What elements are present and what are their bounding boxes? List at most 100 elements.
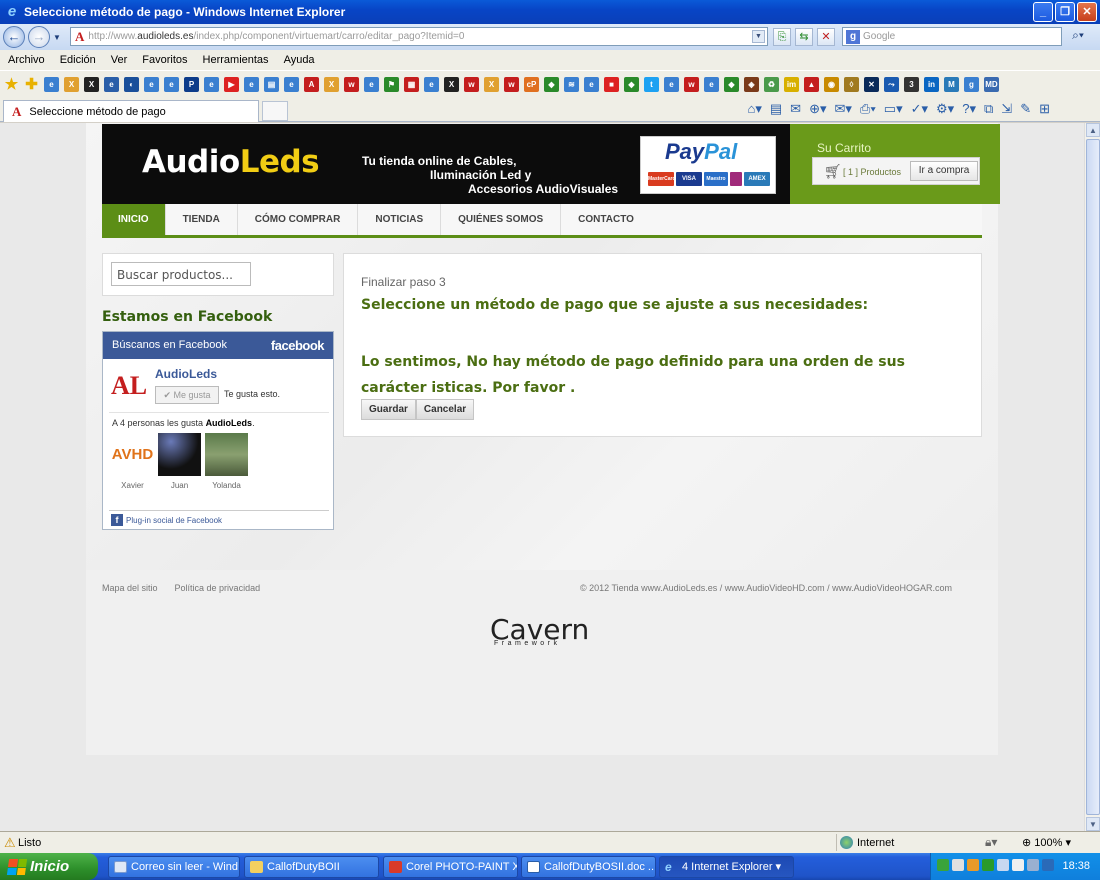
add-favorite-icon[interactable]: ✚ — [24, 77, 39, 92]
scroll-up-icon[interactable]: ▲ — [1086, 123, 1100, 137]
tray-icon[interactable] — [967, 859, 979, 871]
fan-item[interactable]: Yolanda — [205, 433, 248, 490]
clock[interactable]: 18:38 — [1062, 860, 1090, 872]
page-icon[interactable]: ▭▾ — [884, 101, 903, 117]
like-button[interactable]: ✔ Me gusta — [155, 386, 219, 404]
tray-icon[interactable] — [1042, 859, 1054, 871]
link-icon[interactable]: ◊ — [844, 77, 859, 92]
link-icon[interactable]: 3 — [904, 77, 919, 92]
tray-icon[interactable] — [982, 859, 994, 871]
tab-current[interactable]: A Seleccione método de pago — [3, 100, 259, 122]
link-icon[interactable]: e — [584, 77, 599, 92]
search-icon[interactable]: ⌕▾ — [1064, 28, 1092, 46]
home-icon[interactable]: ⌂▾ — [747, 101, 761, 117]
fan-item[interactable]: Juan — [158, 433, 201, 490]
link-icon[interactable]: e — [204, 77, 219, 92]
link-icon[interactable]: e — [704, 77, 719, 92]
note-icon[interactable]: ✎ — [1020, 101, 1031, 117]
nav-quienes-somos[interactable]: Quiénes somos — [441, 204, 562, 235]
link-icon[interactable]: ◐ — [124, 77, 139, 92]
tray-icon[interactable] — [937, 859, 949, 871]
link-icon[interactable]: in — [924, 77, 939, 92]
nav-tienda[interactable]: Tienda — [166, 204, 238, 235]
link-icon[interactable]: g — [964, 77, 979, 92]
link-icon[interactable]: e — [424, 77, 439, 92]
research-icon[interactable]: ⧉ — [984, 101, 993, 117]
convert-icon[interactable]: ⇲ — [1001, 101, 1012, 117]
site-logo[interactable]: AudioLeds — [142, 144, 320, 180]
link-icon[interactable]: w — [464, 77, 479, 92]
mail-icon[interactable]: ✉▾ — [835, 101, 852, 117]
taskbar-item-active[interactable]: e4 Internet Explorer ▾ — [659, 856, 794, 878]
nav-inicio[interactable]: Inicio — [102, 204, 166, 235]
link-icon[interactable]: MD — [984, 77, 999, 92]
link-icon[interactable]: ▲ — [804, 77, 819, 92]
tray-icon[interactable] — [997, 859, 1009, 871]
link-icon[interactable]: e — [104, 77, 119, 92]
menu-ver[interactable]: Ver — [111, 54, 128, 66]
security-zone[interactable]: Internet — [836, 834, 976, 851]
close-button[interactable]: ✕ — [1077, 2, 1097, 22]
fan-item[interactable]: AVHD Xavier — [111, 433, 154, 490]
menu-herramientas[interactable]: Herramientas — [203, 54, 269, 66]
minimize-button[interactable]: _ — [1033, 2, 1053, 22]
link-icon[interactable]: A — [304, 77, 319, 92]
link-icon[interactable]: ▶ — [224, 77, 239, 92]
history-dropdown[interactable]: ▼ — [53, 33, 61, 42]
restore-button[interactable]: ❐ — [1055, 2, 1075, 22]
link-icon[interactable]: ◆ — [724, 77, 739, 92]
favorites-star-icon[interactable]: ★ — [4, 77, 19, 92]
link-icon[interactable]: ◆ — [544, 77, 559, 92]
link-icon[interactable]: ♻ — [764, 77, 779, 92]
link-icon[interactable]: ◉ — [824, 77, 839, 92]
link-icon[interactable]: ⚑ — [384, 77, 399, 92]
volume-icon[interactable] — [1027, 859, 1039, 871]
link-icon[interactable]: cP — [524, 77, 539, 92]
back-button[interactable]: ← — [3, 26, 25, 48]
protected-mode-icon[interactable]: 🔒︎▾ — [985, 835, 997, 850]
privacy-link[interactable]: Política de privacidad — [175, 583, 261, 593]
link-icon[interactable]: X — [484, 77, 499, 92]
address-dropdown-icon[interactable]: ▼ — [752, 30, 765, 43]
taskbar-item[interactable]: Correo sin leer - Wind... — [108, 856, 240, 878]
search-input[interactable]: g Google — [842, 27, 1062, 46]
link-icon[interactable]: ◈ — [744, 77, 759, 92]
link-icon[interactable]: im — [784, 77, 799, 92]
tools-icon[interactable]: ⚙▾ — [936, 101, 954, 117]
print-icon[interactable]: ⎙▾ — [860, 101, 876, 117]
cart-count[interactable]: [ 1 ] Productos — [843, 167, 901, 177]
scroll-down-icon[interactable]: ▼ — [1086, 817, 1100, 831]
link-icon[interactable]: e — [364, 77, 379, 92]
start-button[interactable]: Inicio — [0, 853, 98, 880]
onenote-icon[interactable]: ⊞ — [1039, 101, 1050, 117]
facebook-header[interactable]: Búscanos en Facebook facebook — [103, 332, 333, 359]
save-button[interactable]: Guardar — [361, 399, 416, 420]
link-icon[interactable]: e — [244, 77, 259, 92]
tray-icon[interactable] — [1012, 859, 1024, 871]
link-icon[interactable]: e — [664, 77, 679, 92]
link-icon[interactable]: ≋ — [564, 77, 579, 92]
menu-edicion[interactable]: Edición — [60, 54, 96, 66]
help-icon[interactable]: ?▾ — [962, 101, 976, 117]
product-search-input[interactable]: Buscar productos... — [111, 262, 251, 286]
checkout-button[interactable]: Ir a compra — [910, 161, 978, 181]
taskbar-item[interactable]: Corel PHOTO-PAINT X6 — [383, 856, 518, 878]
link-icon[interactable]: w — [504, 77, 519, 92]
link-icon[interactable]: e — [44, 77, 59, 92]
new-tab-button[interactable] — [262, 101, 288, 121]
facebook-plugin-footer[interactable]: f Plug-in social de Facebook — [111, 514, 222, 526]
tray-icon[interactable] — [952, 859, 964, 871]
menu-favoritos[interactable]: Favoritos — [142, 54, 187, 66]
forward-button[interactable]: → — [28, 26, 50, 48]
menu-ayuda[interactable]: Ayuda — [284, 54, 315, 66]
link-icon[interactable]: X — [324, 77, 339, 92]
link-icon[interactable]: X — [84, 77, 99, 92]
link-icon[interactable]: M — [944, 77, 959, 92]
link-icon[interactable]: ◆ — [624, 77, 639, 92]
refresh-icon[interactable]: ⇆ — [795, 28, 813, 46]
link-icon[interactable]: ■ — [604, 77, 619, 92]
link-icon[interactable]: P — [184, 77, 199, 92]
cancel-button[interactable]: Cancelar — [415, 399, 475, 420]
zoom-icon[interactable]: ⊕▾ — [809, 101, 826, 117]
link-icon[interactable]: w — [684, 77, 699, 92]
